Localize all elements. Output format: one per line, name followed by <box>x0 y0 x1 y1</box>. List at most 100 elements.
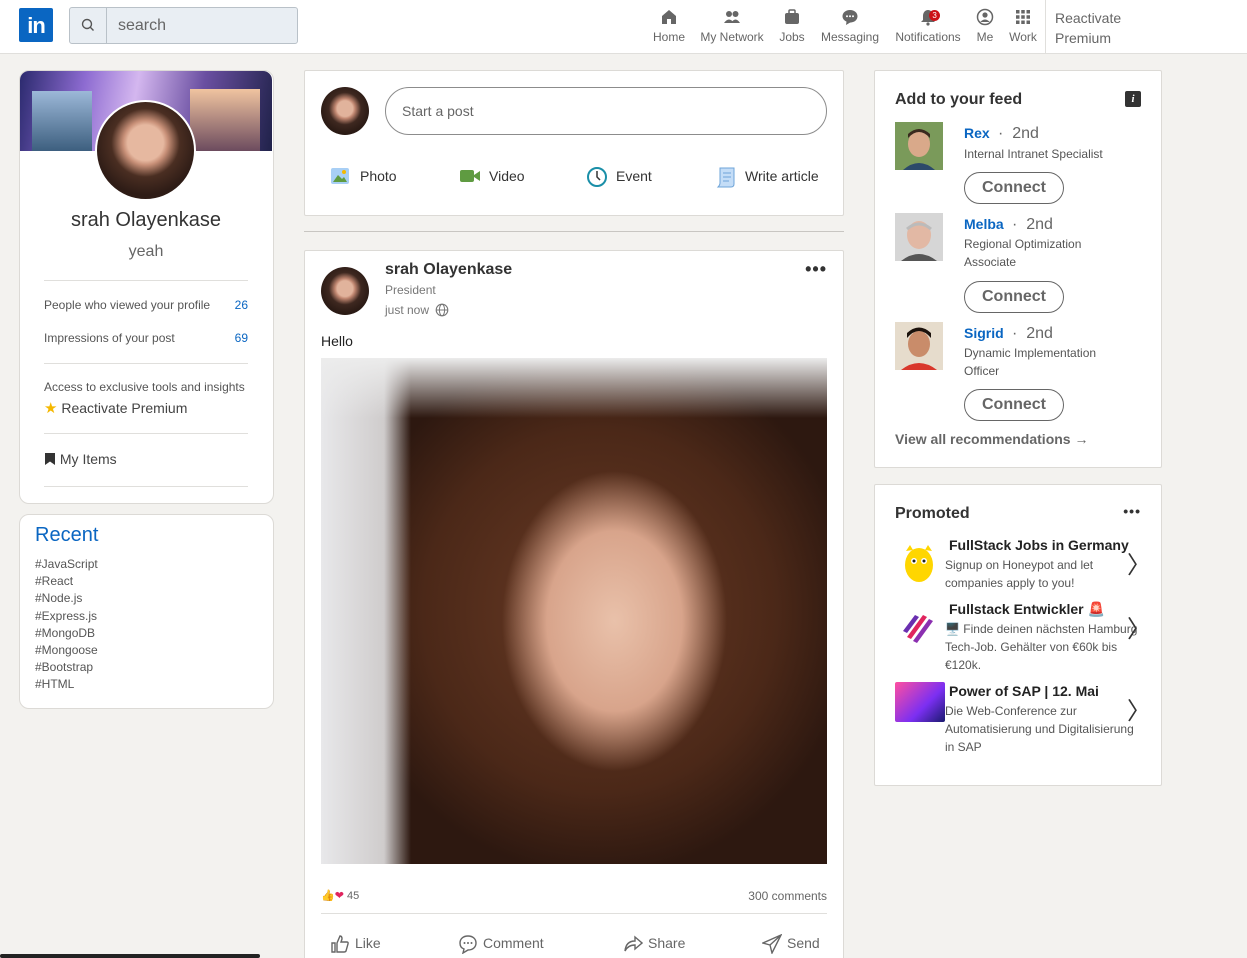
recent-title: Recent <box>35 524 99 546</box>
divider <box>44 433 248 434</box>
promo-desc-2: 🖥️ Finde deinen nächsten Hamburg Tech-Jo… <box>945 622 1138 672</box>
post-image-background <box>321 358 827 418</box>
share-icon <box>624 935 643 952</box>
promo-title-2[interactable]: Fullstack Entwickler 🚨 <box>949 601 1105 618</box>
article-icon <box>716 167 735 188</box>
post-impressions-stat[interactable]: Impressions of your post 69 <box>44 331 248 345</box>
recent-tag[interactable]: #MongoDB <box>35 625 98 642</box>
sap-event-logo[interactable] <box>895 682 945 722</box>
promoted-title: Promoted <box>895 505 970 522</box>
sigrid-avatar[interactable] <box>895 322 943 370</box>
messaging-overlay-edge[interactable] <box>0 954 260 958</box>
event-label: Event <box>616 168 652 184</box>
post-more-menu-icon[interactable]: ••• <box>805 259 827 280</box>
rex-name[interactable]: Rex · 2nd <box>964 125 1039 143</box>
fullstack-entwickler-logo[interactable] <box>895 605 943 649</box>
bookmark-icon <box>45 453 55 465</box>
recent-card: Recent #JavaScript #React #Node.js #Expr… <box>19 514 274 709</box>
nav-notifications-label: Notifications <box>895 30 961 44</box>
reactivate-premium-button[interactable]: ★ Reactivate Premium <box>44 399 187 417</box>
rex-name-label: Rex <box>964 125 990 141</box>
reaction-summary[interactable]: 👍❤ 45 <box>321 889 359 902</box>
comment-button[interactable]: Comment <box>458 933 558 954</box>
nav-work[interactable]: Work <box>1008 0 1038 54</box>
promo-desc-1: Signup on Honeypot and let companies app… <box>945 558 1094 590</box>
reactivate-premium-link[interactable]: Reactivate Premium <box>1045 0 1121 54</box>
nav-jobs[interactable]: Jobs <box>776 0 808 54</box>
post-impressions-label: Impressions of your post <box>44 331 175 345</box>
profile-name[interactable]: srah Olayenkase <box>20 209 272 232</box>
globe-icon <box>436 303 449 317</box>
melba-name[interactable]: Melba · 2nd <box>964 216 1053 234</box>
post-author-avatar[interactable] <box>321 267 369 315</box>
connect-button-sigrid[interactable]: Connect <box>964 389 1064 421</box>
recent-tag[interactable]: #JavaScript <box>35 556 98 573</box>
write-article-label: Write article <box>745 168 819 184</box>
sigrid-name[interactable]: Sigrid · 2nd <box>964 325 1053 343</box>
start-post-input[interactable] <box>385 87 827 135</box>
promo-title-3[interactable]: Power of SAP | 12. Mai <box>949 683 1099 699</box>
recent-tag[interactable]: #Express.js <box>35 608 98 625</box>
send-icon <box>762 934 782 954</box>
write-article-button[interactable]: Write article <box>715 164 835 188</box>
event-button[interactable]: Event <box>586 164 676 188</box>
nav-my-network[interactable]: My Network <box>697 0 767 54</box>
search-input[interactable] <box>108 8 296 43</box>
connect-button-melba[interactable]: Connect <box>964 281 1064 313</box>
reaction-count: 45 <box>346 890 360 902</box>
grid-icon <box>1016 10 1030 24</box>
nav-my-network-label: My Network <box>700 30 764 44</box>
post-image[interactable] <box>321 358 827 864</box>
promo-title-1[interactable]: FullStack Jobs in Germany <box>949 537 1129 553</box>
profile-views-stat[interactable]: People who viewed your profile 26 <box>44 298 248 312</box>
recent-tag[interactable]: #Node.js <box>35 590 98 607</box>
like-label: Like <box>355 935 381 951</box>
profile-headline: yeah <box>128 243 164 260</box>
composer-avatar[interactable] <box>321 87 369 135</box>
recent-tag[interactable]: #Mongoose <box>35 642 98 659</box>
photo-label: Photo <box>360 168 397 184</box>
linkedin-logo[interactable]: in <box>19 8 53 42</box>
my-items-link[interactable]: My Items <box>44 451 117 467</box>
post-author-name[interactable]: srah Olayenkase <box>385 261 512 279</box>
nav-home[interactable]: Home <box>648 0 690 54</box>
view-all-recommendations-link[interactable]: View all recommendations → <box>895 431 1088 447</box>
recent-tag[interactable]: #React <box>35 573 98 590</box>
like-icon <box>331 935 349 953</box>
search-icon[interactable] <box>70 8 107 43</box>
video-icon <box>460 170 480 182</box>
share-button[interactable]: Share <box>623 933 703 953</box>
nav-messaging-label: Messaging <box>820 30 880 44</box>
melba-degree: · 2nd <box>1007 216 1053 233</box>
profile-views-value: 26 <box>234 298 248 312</box>
rex-degree-value: 2nd <box>1012 125 1039 142</box>
nav-messaging[interactable]: Messaging <box>818 0 882 54</box>
home-icon <box>662 10 676 24</box>
honeypot-logo[interactable] <box>895 541 943 585</box>
like-button[interactable]: Like <box>330 933 400 953</box>
feed-post: srah Olayenkase President just now ••• H… <box>304 250 844 958</box>
recent-tags-list: #JavaScript #React #Node.js #Express.js … <box>35 556 98 694</box>
info-icon[interactable]: i <box>1125 91 1141 107</box>
connect-button-rex[interactable]: Connect <box>964 172 1064 204</box>
recent-tag[interactable]: #HTML <box>35 676 98 693</box>
photo-button[interactable]: Photo <box>330 164 420 188</box>
nav-me[interactable]: Me <box>972 0 998 54</box>
recent-tag[interactable]: #Bootstrap <box>35 659 98 676</box>
sigrid-name-label: Sigrid <box>964 325 1004 341</box>
notification-badge: 3 <box>929 10 940 21</box>
post-time: just now <box>385 303 449 317</box>
chevron-right-icon[interactable]: 〉 <box>1127 545 1151 580</box>
send-button[interactable]: Send <box>762 933 832 954</box>
comments-count[interactable]: 300 comments <box>748 889 827 903</box>
briefcase-icon <box>785 9 799 24</box>
nav-notifications[interactable]: 3 Notifications <box>893 0 963 54</box>
profile-avatar[interactable] <box>95 100 196 201</box>
divider <box>321 913 827 914</box>
promoted-more-menu-icon[interactable]: ••• <box>1123 503 1141 519</box>
melba-avatar[interactable] <box>895 213 943 261</box>
chevron-right-icon[interactable]: 〉 <box>1127 691 1151 726</box>
rex-avatar[interactable] <box>895 122 943 170</box>
video-button[interactable]: Video <box>459 164 549 188</box>
chevron-right-icon[interactable]: 〉 <box>1127 609 1151 644</box>
